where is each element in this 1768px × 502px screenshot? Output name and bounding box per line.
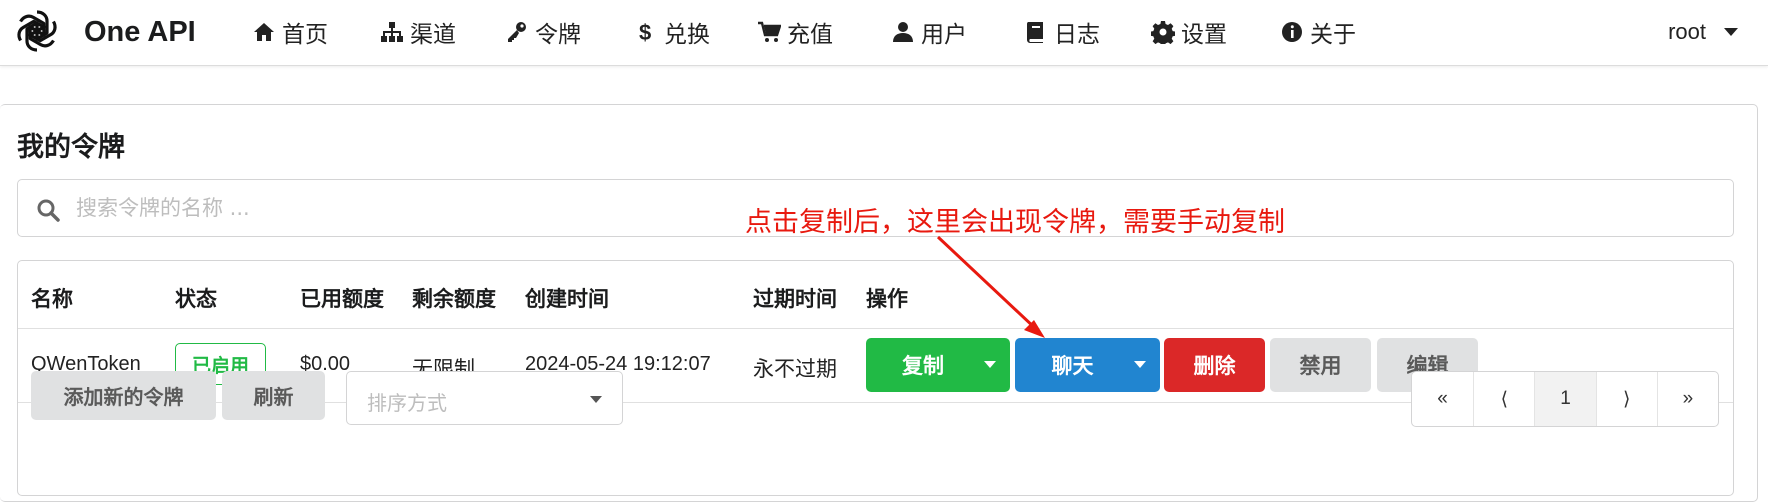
sort-select[interactable]: 排序方式 [346,371,623,425]
dollar-icon: $ [639,20,651,44]
refresh-button[interactable]: 刷新 [222,371,325,420]
pagination: « ⟨ 1 ⟩ » [1411,371,1719,427]
nav-item-about[interactable]: 关于 [1280,14,1356,50]
column-header-expires[interactable]: 过期时间 [753,283,837,313]
nav-item-label: 关于 [1310,22,1356,48]
expires-time: 永不过期 [753,357,837,381]
nav-item-topup[interactable]: 充值 [757,14,833,50]
chat-button[interactable]: 聊天 [1015,338,1160,392]
column-header-actions: 操作 [866,287,908,311]
brand-name[interactable]: One API [84,12,196,52]
search-icon [37,199,60,222]
nav-item-label: 充值 [787,22,833,48]
sitemap-icon [381,22,403,42]
nav-item-label: 用户 [921,22,967,48]
column-header-remaining[interactable]: 剩余额度 [412,283,496,313]
page-title: 我的令牌 [17,132,125,163]
delete-button[interactable]: 删除 [1164,338,1265,392]
annotation-text: 点击复制后，这里会出现令牌，需要手动复制 [745,207,1285,238]
page-prev-button[interactable]: ⟨ [1473,372,1534,426]
column-header-used[interactable]: 已用额度 [300,283,384,313]
nav-item-label: 兑换 [664,22,710,48]
page-current-button[interactable]: 1 [1534,372,1596,426]
nav-item-label: 设置 [1181,22,1227,48]
top-navbar: One API 首页 渠道 令牌 $ 兑换 充值 用户 日志 设置 关于 roo… [0,0,1768,66]
copy-button[interactable]: 复制 [866,338,1010,392]
user-menu[interactable]: root [1668,14,1738,50]
cart-icon [758,21,781,42]
page-first-button[interactable]: « [1412,372,1473,426]
nav-item-users[interactable]: 用户 [891,14,967,50]
username: root [1668,19,1706,44]
gear-icon [1151,21,1175,44]
copy-button-label: 复制 [902,354,944,378]
user-icon [893,22,913,42]
nav-item-label: 渠道 [410,22,456,48]
nav-item-label: 令牌 [535,22,581,48]
nav-item-channels[interactable]: 渠道 [380,14,456,50]
nav-item-tokens[interactable]: 令牌 [505,14,581,50]
nav-item-redeem[interactable]: $ 兑换 [634,14,710,50]
page-next-button[interactable]: ⟩ [1595,372,1657,426]
chevron-down-icon[interactable] [1134,361,1146,368]
column-header-created[interactable]: 创建时间 [525,283,609,313]
chevron-down-icon[interactable] [984,361,996,368]
book-icon [1026,22,1043,43]
nav-item-home[interactable]: 首页 [252,14,328,50]
page-last-button[interactable]: » [1656,372,1718,426]
chevron-down-icon [1724,28,1738,36]
table-header: 名称 状态 已用额度 剩余额度 创建时间 过期时间 操作 [18,261,1733,329]
chat-button-label: 聊天 [1051,354,1094,378]
add-token-button[interactable]: 添加新的令牌 [31,371,216,420]
nav-item-settings[interactable]: 设置 [1151,14,1227,50]
nav-item-logs[interactable]: 日志 [1024,14,1100,50]
column-header-status[interactable]: 状态 [175,283,217,313]
column-header-name[interactable]: 名称 [31,283,73,313]
nav-item-label: 首页 [282,22,328,48]
sort-placeholder: 排序方式 [367,391,447,415]
disable-button[interactable]: 禁用 [1270,338,1371,392]
home-icon [254,23,274,41]
svg-text:$: $ [639,20,651,44]
chevron-down-icon [590,396,602,403]
nav-item-label: 日志 [1054,22,1100,48]
key-icon [508,22,526,42]
openai-logo-icon[interactable] [12,6,62,56]
info-icon [1282,22,1302,42]
